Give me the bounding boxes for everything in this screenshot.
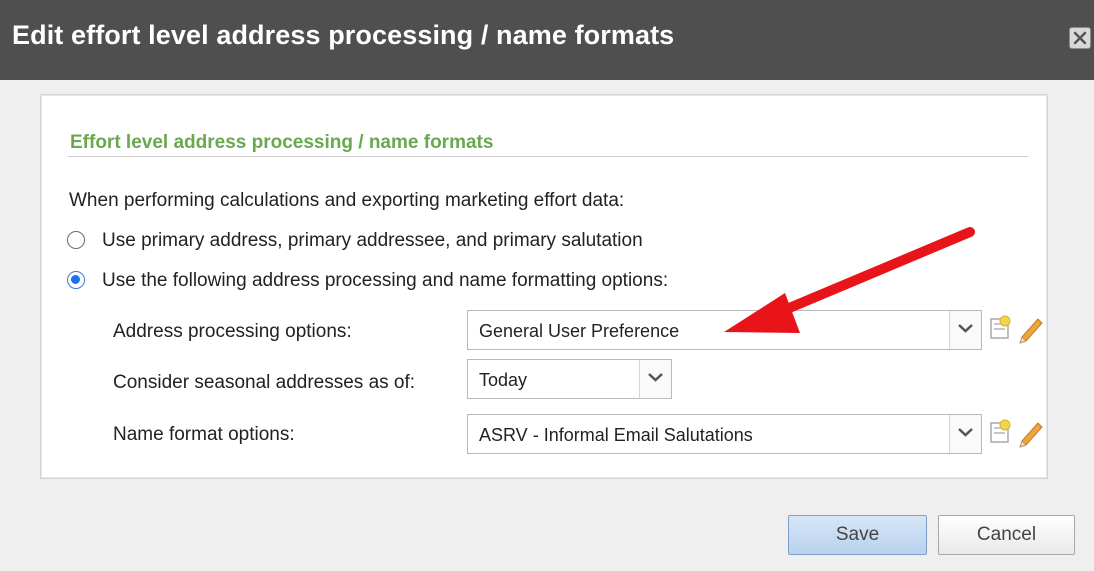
section-title: Effort level address processing / name f… xyxy=(70,132,494,153)
edit-address-processing-button[interactable] xyxy=(1016,312,1046,349)
pencil-icon xyxy=(1019,422,1043,448)
section-divider xyxy=(68,156,1028,157)
add-new-icon xyxy=(990,419,1011,443)
close-button[interactable] xyxy=(1069,27,1091,49)
name-format-value: ASRV - Informal Email Salutations xyxy=(479,425,753,445)
chevron-down-icon xyxy=(648,373,663,382)
dialog-titlebar: Edit effort level address processing / n… xyxy=(0,0,1094,81)
address-processing-value: General User Preference xyxy=(479,321,680,341)
radio-primary-label[interactable]: Use primary address, primary addressee, … xyxy=(102,230,643,252)
radio-primary[interactable] xyxy=(67,231,85,249)
radio-custom-label[interactable]: Use the following address processing and… xyxy=(102,270,668,292)
name-format-dropdown-button[interactable] xyxy=(949,415,981,453)
add-address-processing-button[interactable] xyxy=(987,312,1013,347)
seasonal-select[interactable]: Today xyxy=(467,359,672,399)
cancel-button[interactable]: Cancel xyxy=(938,515,1075,555)
pencil-icon xyxy=(1019,318,1043,344)
add-new-icon xyxy=(990,315,1011,339)
edit-name-format-button[interactable] xyxy=(1016,416,1046,453)
dialog-title: Edit effort level address processing / n… xyxy=(12,20,675,50)
radio-custom-options[interactable] xyxy=(67,271,85,289)
seasonal-label: Consider seasonal addresses as of: xyxy=(113,372,416,393)
chevron-down-icon xyxy=(958,428,973,437)
intro-text: When performing calculations and exporti… xyxy=(69,190,625,211)
add-name-format-button[interactable] xyxy=(987,416,1013,451)
seasonal-dropdown-button[interactable] xyxy=(639,360,671,398)
address-processing-select[interactable]: General User Preference xyxy=(467,310,982,350)
name-format-select[interactable]: ASRV - Informal Email Salutations xyxy=(467,414,982,454)
address-processing-label: Address processing options: xyxy=(113,321,352,342)
close-icon xyxy=(1073,31,1087,45)
seasonal-value: Today xyxy=(479,370,528,390)
address-processing-dropdown-button[interactable] xyxy=(949,311,981,349)
save-button[interactable]: Save xyxy=(788,515,927,555)
name-format-label: Name format options: xyxy=(113,424,295,445)
chevron-down-icon xyxy=(958,324,973,333)
